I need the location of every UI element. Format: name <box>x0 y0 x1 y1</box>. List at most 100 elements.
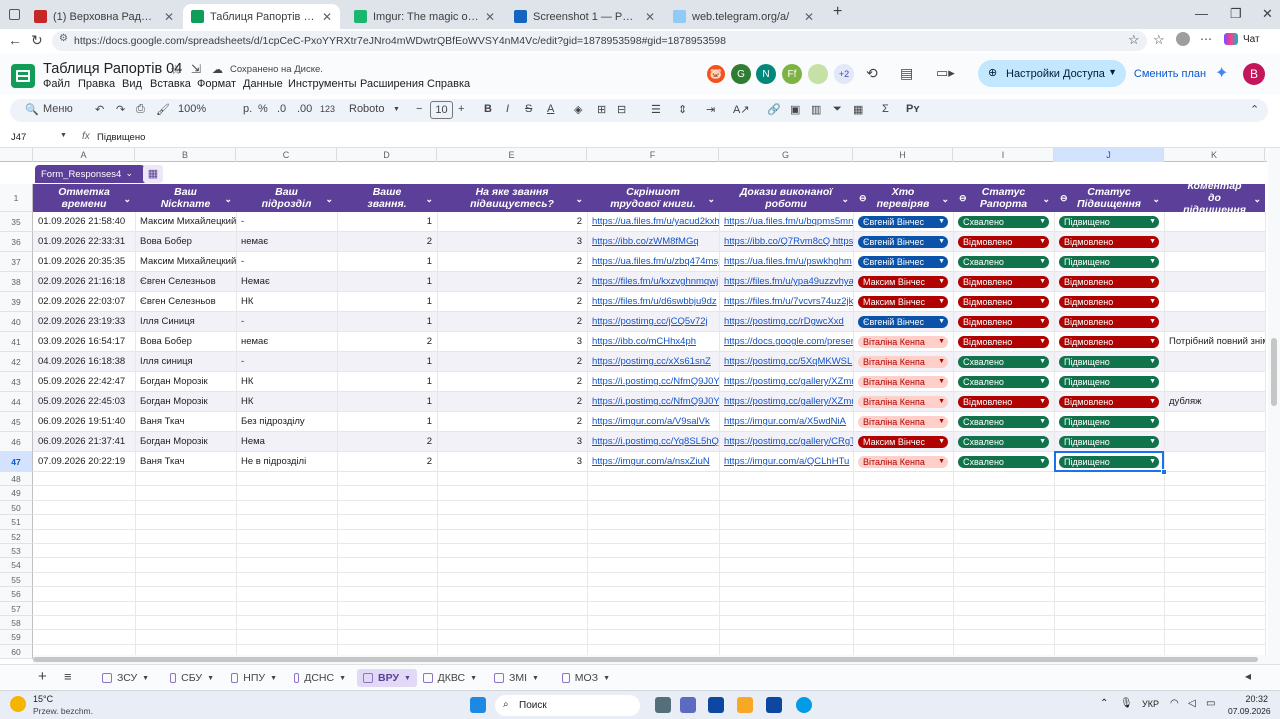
report-status-chip[interactable]: Відмовлено ▼ <box>958 316 1049 328</box>
chip-dropdown-icon[interactable]: ▼ <box>1149 416 1156 428</box>
rank-cell[interactable]: 1 <box>337 252 437 272</box>
browser-tab[interactable]: web.telegram.org/a/ ✕ <box>665 4 822 29</box>
chip-dropdown-icon[interactable]: ▼ <box>938 276 945 288</box>
collapse-toolbar-icon[interactable]: ⌃ <box>1250 103 1259 116</box>
sheet-tab[interactable]: ДСНС ▼ <box>288 669 352 687</box>
horizontal-scrollbar[interactable] <box>33 655 1268 664</box>
sheet-tab[interactable]: ЗСУ ▼ <box>96 669 156 687</box>
report-status-chip[interactable]: Відмовлено ▼ <box>958 276 1049 288</box>
select-all-corner[interactable] <box>0 148 33 162</box>
chip-dropdown-icon[interactable]: ▼ <box>938 456 945 468</box>
chip-dropdown-icon[interactable]: ▼ <box>1039 376 1046 388</box>
row-number[interactable]: 60 <box>0 644 33 660</box>
screenshot-link-cell[interactable]: https://i.postimg.cc/NfmQ9J0Y <box>587 372 719 392</box>
nickname-cell[interactable]: Ілля синиця <box>135 352 236 372</box>
chip-dropdown-icon[interactable]: ▼ <box>938 236 945 248</box>
insert-comment-icon[interactable]: ▣ <box>790 103 800 116</box>
row-number[interactable]: 50 <box>0 500 33 516</box>
proof-link-cell[interactable]: https://ua.files.fm/u/bqpms5mn <box>719 212 853 232</box>
sheet-tab-menu-icon[interactable]: ▼ <box>603 675 610 682</box>
row-number-header[interactable]: 1 <box>0 184 33 212</box>
target-rank-cell[interactable]: 2 <box>437 352 587 372</box>
row-number[interactable]: 37 <box>0 252 33 272</box>
nickname-cell[interactable]: Євген Селезньов <box>135 272 236 292</box>
target-rank-cell[interactable]: 2 <box>437 412 587 432</box>
more-collaborators-badge[interactable]: +2 <box>834 64 854 84</box>
report-status-chip[interactable]: Схвалено ▼ <box>958 436 1049 448</box>
sheet-tab[interactable]: ДКВС ▼ <box>417 669 483 687</box>
new-tab-icon[interactable]: + <box>833 3 842 21</box>
target-rank-cell[interactable]: 3 <box>437 332 587 352</box>
app-icon-1[interactable] <box>708 697 724 713</box>
header-cell[interactable]: Скріншот трудової книги. ⌄ <box>587 184 719 212</box>
merge-cells-icon[interactable]: ⊟ <box>617 103 626 116</box>
decrease-decimal[interactable]: .0 <box>277 103 286 115</box>
row-number[interactable]: 57 <box>0 601 33 616</box>
tray-chevron-icon[interactable]: ⌃ <box>1100 698 1108 709</box>
nickname-cell[interactable]: Богдан Морозік <box>135 392 236 412</box>
menu-8[interactable]: Справка <box>427 78 470 90</box>
nickname-cell[interactable]: Максим Михайлецкий <box>135 252 236 272</box>
proof-link-cell[interactable]: https://ibb.co/Q7Rvm8cQ https <box>719 232 853 252</box>
collaborator-avatar[interactable]: Ff <box>782 64 802 84</box>
chip-dropdown-icon[interactable]: ▼ <box>1149 436 1156 448</box>
promotion-status-chip[interactable]: Підвищено ▼ <box>1059 356 1159 368</box>
column-header-H[interactable]: H <box>853 148 953 162</box>
proof-link-cell[interactable]: https://imgur.com/a/QCLhHTu <box>719 452 853 472</box>
more-formats[interactable]: 123 <box>320 104 335 114</box>
chip-dropdown-icon[interactable]: ▼ <box>938 216 945 228</box>
font-size-input[interactable]: 10 <box>430 101 453 119</box>
filter-views-icon[interactable]: ▦ <box>853 103 863 116</box>
target-rank-cell[interactable]: 2 <box>437 212 587 232</box>
proof-link-cell[interactable]: https://postimg.cc/gallery/CRgT <box>719 432 853 452</box>
screenshot-link-cell[interactable]: https://files.fm/u/d6swbbju9dz <box>587 292 719 312</box>
close-window-icon[interactable]: ✕ <box>1262 6 1273 22</box>
chat-label[interactable]: Чат <box>1243 34 1260 45</box>
header-cell[interactable]: Коментар до підвищення ⌄ <box>1164 184 1265 212</box>
header-cell[interactable]: На яке звання підвищуєтесь? ⌄ <box>437 184 587 212</box>
star-icon[interactable]: ☆ <box>170 62 182 78</box>
row-number[interactable]: 38 <box>0 272 33 292</box>
comment-cell[interactable] <box>1164 292 1265 312</box>
row-number[interactable]: 59 <box>0 630 33 645</box>
checker-chip[interactable]: Максим Вінчес ▼ <box>858 276 948 288</box>
gemini-icon[interactable]: ✦ <box>1215 63 1228 83</box>
column-menu-icon[interactable]: ⌄ <box>123 193 131 205</box>
row-number[interactable]: 40 <box>0 312 33 332</box>
nickname-cell[interactable]: Богдан Морозік <box>135 372 236 392</box>
row-number[interactable]: 41 <box>0 332 33 352</box>
functions-icon[interactable]: Σ <box>882 103 889 115</box>
timestamp-cell[interactable]: 02.09.2026 23:19:33 <box>33 312 135 332</box>
column-header-D[interactable]: D <box>337 148 437 162</box>
screenshot-link-cell[interactable]: https://postimg.cc/xXs61snZ <box>587 352 719 372</box>
teams-icon[interactable] <box>680 697 696 713</box>
clock-time[interactable]: 20:32 <box>1232 694 1268 704</box>
chip-dropdown-icon[interactable]: ▼ <box>1039 256 1046 268</box>
row-number[interactable]: 46 <box>0 432 33 452</box>
menu-2[interactable]: Вид <box>122 78 142 90</box>
checker-chip[interactable]: Євгеній Вінчес ▼ <box>858 236 948 248</box>
row-number[interactable]: 43 <box>0 372 33 392</box>
timestamp-cell[interactable]: 05.09.2026 22:42:47 <box>33 372 135 392</box>
column-header-E[interactable]: E <box>437 148 587 162</box>
report-status-chip[interactable]: Схвалено ▼ <box>958 256 1049 268</box>
comment-cell[interactable] <box>1164 272 1265 292</box>
target-rank-cell[interactable]: 2 <box>437 392 587 412</box>
checker-chip[interactable]: Віталіна Кенпа ▼ <box>858 416 948 428</box>
header-cell[interactable]: Докази виконаної роботи ⌄ <box>719 184 853 212</box>
rank-cell[interactable]: 2 <box>337 232 437 252</box>
chip-dropdown-icon[interactable]: ▼ <box>1039 416 1046 428</box>
proof-link-cell[interactable]: https://files.fm/u/ypa49uzzvhya <box>719 272 853 292</box>
copilot-icon[interactable] <box>1224 33 1238 45</box>
menu-3[interactable]: Вставка <box>150 78 191 90</box>
report-status-chip[interactable]: Відмовлено ▼ <box>958 296 1049 308</box>
unit-cell[interactable]: Не в підрозділі <box>236 452 337 472</box>
meet-icon[interactable]: ▭▸ <box>936 65 955 81</box>
target-rank-cell[interactable]: 2 <box>437 252 587 272</box>
column-header-I[interactable]: I <box>953 148 1054 162</box>
text-color-icon[interactable]: A <box>547 103 554 115</box>
promotion-status-chip[interactable]: Відмовлено ▼ <box>1059 396 1159 408</box>
browser-tab[interactable]: Таблиця Рапортів 04 - Google Та ✕ <box>183 4 340 29</box>
column-header-A[interactable]: A <box>33 148 135 162</box>
chip-dropdown-icon[interactable]: ▼ <box>1149 376 1156 388</box>
